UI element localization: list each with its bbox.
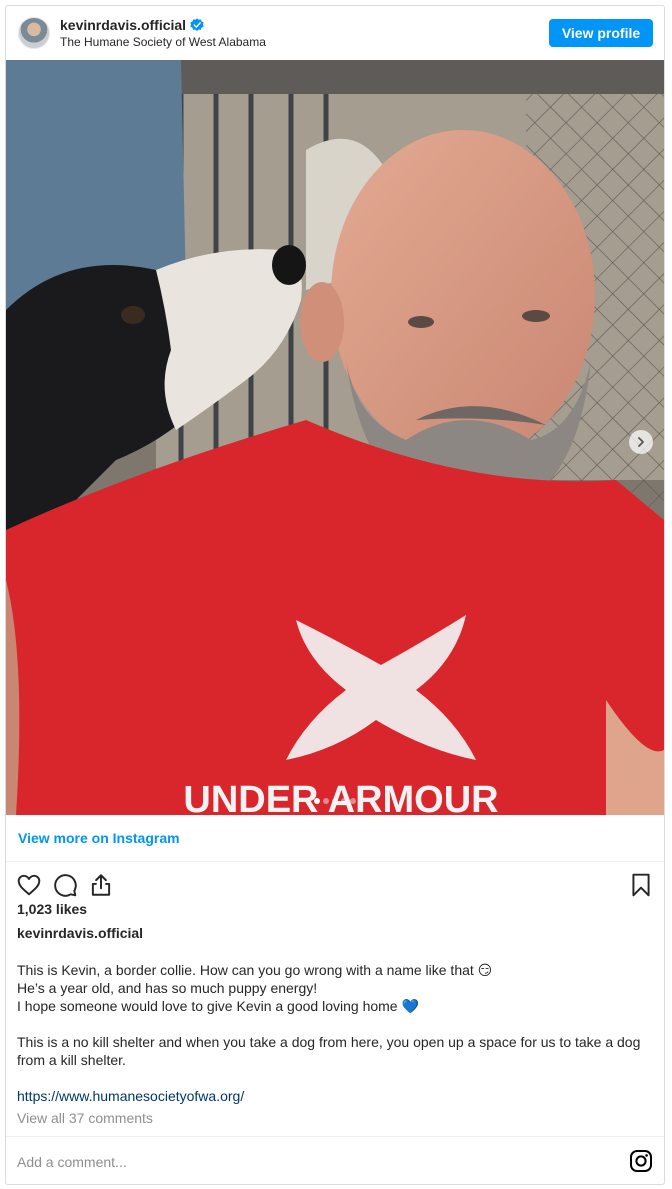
carousel-dot	[323, 798, 329, 804]
view-more-link[interactable]: View more on Instagram	[18, 830, 180, 846]
add-comment-input[interactable]: Add a comment...	[17, 1154, 127, 1170]
carousel-dot	[332, 798, 338, 804]
verified-badge-icon	[190, 18, 204, 31]
heart-icon[interactable]	[16, 872, 42, 898]
comment-icon[interactable]	[52, 872, 78, 898]
carousel-dot	[341, 798, 347, 804]
instagram-embed-card: kevinrdavis.official The Humane Society …	[5, 5, 665, 1185]
view-profile-button[interactable]: View profile	[549, 19, 653, 47]
caption-line: I hope someone would love to give Kevin …	[17, 998, 419, 1014]
bookmark-icon[interactable]	[628, 872, 654, 898]
next-photo-button[interactable]	[629, 430, 653, 454]
caption-line: This is Kevin, a border collie. How can …	[17, 962, 493, 978]
caption-text: This is Kevin, a border collie. How can …	[17, 961, 649, 1105]
chevron-right-icon	[638, 437, 644, 447]
caption-username[interactable]: kevinrdavis.official	[17, 925, 143, 941]
carousel-dot	[314, 798, 320, 804]
avatar[interactable]	[18, 17, 50, 49]
add-comment-row: Add a comment...	[6, 1136, 664, 1184]
action-bar	[6, 864, 664, 904]
post-header: kevinrdavis.official The Humane Society …	[6, 6, 664, 60]
caption-paragraph: This is a no kill shelter and when you t…	[17, 1034, 641, 1068]
username-link[interactable]: kevinrdavis.official	[60, 17, 186, 33]
user-line: kevinrdavis.official	[60, 17, 204, 33]
location-subtitle[interactable]: The Humane Society of West Alabama	[60, 35, 266, 49]
view-all-comments-link[interactable]: View all 37 comments	[17, 1110, 153, 1126]
carousel-dot	[350, 798, 356, 804]
photo-illustration: UNDER ARMOUR	[6, 60, 664, 815]
caption-line: He’s a year old, and has so much puppy e…	[17, 980, 318, 996]
shirt-text: UNDER ARMOUR	[183, 779, 498, 815]
share-icon[interactable]	[88, 872, 114, 898]
post-photo[interactable]: UNDER ARMOUR	[6, 60, 664, 815]
instagram-logo-icon[interactable]	[629, 1149, 653, 1173]
view-more-row: View more on Instagram	[6, 815, 664, 862]
website-link[interactable]: https://www.humanesocietyofwa.org/	[17, 1087, 649, 1105]
likes-count[interactable]: 1,023 likes	[17, 901, 87, 917]
carousel-dots	[6, 798, 664, 804]
